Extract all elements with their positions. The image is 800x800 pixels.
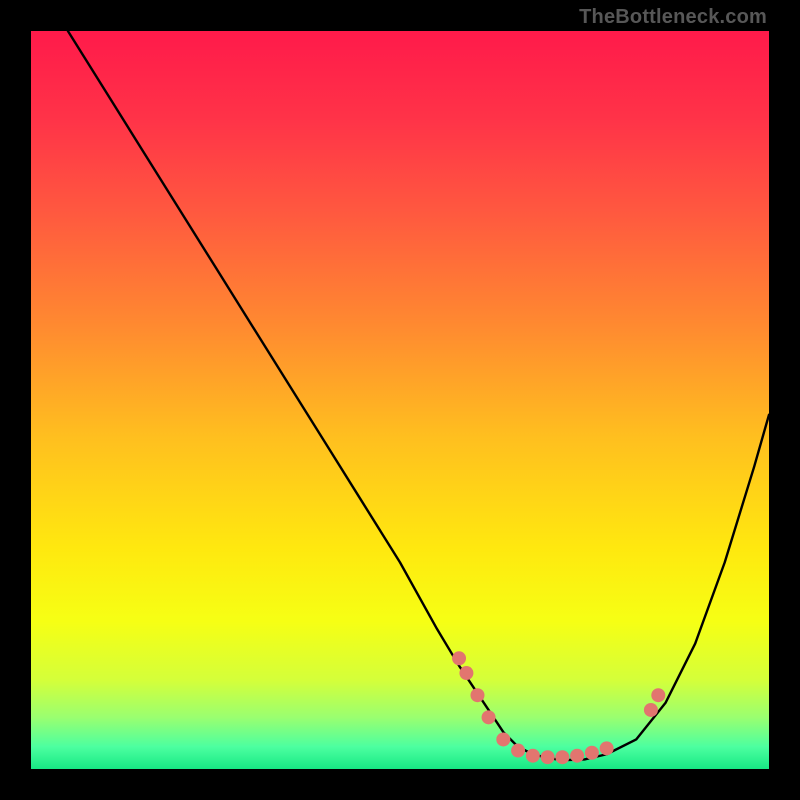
marker-point bbox=[570, 749, 584, 763]
bottleneck-curve bbox=[68, 31, 769, 760]
marker-point bbox=[482, 710, 496, 724]
marker-point bbox=[496, 732, 510, 746]
marker-point bbox=[470, 688, 484, 702]
attribution-text: TheBottleneck.com bbox=[579, 6, 767, 29]
plot-area bbox=[31, 31, 769, 769]
marker-point bbox=[585, 746, 599, 760]
marker-point bbox=[600, 741, 614, 755]
curve-layer bbox=[31, 31, 769, 769]
marker-point bbox=[651, 688, 665, 702]
marker-point bbox=[555, 750, 569, 764]
highlight-markers bbox=[452, 651, 665, 764]
marker-point bbox=[511, 744, 525, 758]
marker-point bbox=[541, 750, 555, 764]
chart-frame: TheBottleneck.com bbox=[0, 0, 800, 800]
marker-point bbox=[452, 651, 466, 665]
marker-point bbox=[526, 749, 540, 763]
marker-point bbox=[644, 703, 658, 717]
marker-point bbox=[459, 666, 473, 680]
